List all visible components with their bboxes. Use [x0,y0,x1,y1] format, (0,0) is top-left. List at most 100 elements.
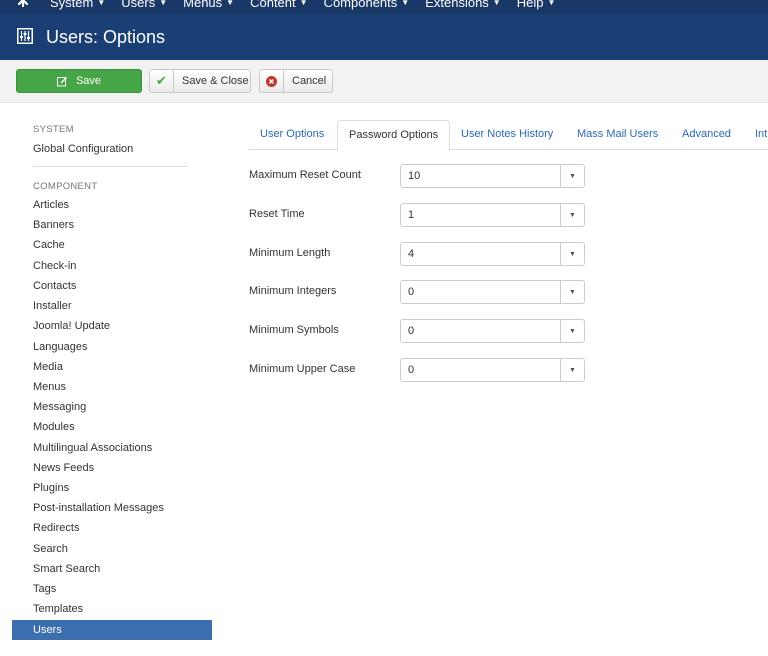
menu-menus-label: Menus [183,0,223,10]
page-header: Users: Options [0,14,768,60]
sidebar-item-templates[interactable]: Templates [12,599,212,619]
tab-integration[interactable]: Int [744,120,768,150]
sidebar-item-joomla-update[interactable]: Joomla! Update [12,316,212,336]
options-tabs: User Options Password Options User Notes… [249,120,768,151]
select-value: 0 [408,286,415,298]
menu-system[interactable]: System ▼ [50,0,105,10]
sidebar-item-installer[interactable]: Installer [12,296,212,316]
tab-user-notes-history[interactable]: User Notes History [450,120,564,150]
caret-down-icon: ▼ [560,165,584,187]
sidebar-item-articles[interactable]: Articles [12,195,212,215]
sidebar-item-search[interactable]: Search [12,539,212,559]
caret-down-icon: ▼ [560,281,584,303]
tab-mass-mail-users[interactable]: Mass Mail Users [566,120,669,150]
sidebar-item-languages[interactable]: Languages [12,337,212,357]
menu-help[interactable]: Help ▼ [517,0,556,10]
sidebar-item-users[interactable]: Users [12,620,212,640]
sidebar-heading-system: SYSTEM [33,124,74,135]
tab-user-options[interactable]: User Options [249,120,335,150]
cancel-icon [260,70,284,92]
edit-icon [56,76,67,86]
caret-down-icon: ▼ [560,243,584,265]
top-navbar: System ▼ Users ▼ Menus ▼ Content ▼ Component… [0,0,768,14]
menu-extensions[interactable]: Extensions ▼ [425,0,501,10]
save-close-button-label: Save & Close [182,75,249,87]
menu-content[interactable]: Content ▼ [250,0,307,10]
caret-down-icon: ▼ [547,0,556,7]
field-label-min-upper-case: Minimum Upper Case [249,363,356,375]
sidebar-item-tags[interactable]: Tags [12,579,212,599]
checkmark-icon: ✔ [150,70,174,92]
menu-menus[interactable]: Menus ▼ [183,0,234,10]
sidebar-item-global-configuration[interactable]: Global Configuration [12,139,212,159]
menu-extensions-label: Extensions [425,0,489,10]
sidebar-item-banners[interactable]: Banners [12,215,212,235]
form-row: Reset Time 1 ▼ [249,203,609,227]
caret-down-icon: ▼ [560,204,584,226]
page-title: Users: Options [46,27,166,47]
sidebar-item-contacts[interactable]: Contacts [12,276,212,296]
field-label-min-length: Minimum Length [249,247,331,259]
sidebar-item-redirects[interactable]: Redirects [12,518,212,538]
field-label-max-reset-count: Maximum Reset Count [249,169,361,181]
select-value: 0 [408,325,415,337]
caret-down-icon: ▼ [226,0,235,7]
sidebar-item-multilingual-associations[interactable]: Multilingual Associations [12,438,212,458]
cancel-button[interactable]: Cancel [259,69,333,93]
menu-system-label: System [50,0,94,10]
field-label-min-symbols: Minimum Symbols [249,324,339,336]
select-value: 1 [408,209,415,221]
caret-down-icon: ▼ [560,359,584,381]
min-integers-select[interactable]: 0 ▼ [400,280,585,304]
sidebar-item-post-installation-messages[interactable]: Post-installation Messages [12,498,212,518]
sidebar-item-menus[interactable]: Menus [12,377,212,397]
menu-users[interactable]: Users ▼ [121,0,167,10]
caret-down-icon: ▼ [401,0,410,7]
caret-down-icon: ▼ [299,0,308,7]
sidebar-heading-component: COMPONENT [33,181,98,192]
select-value: 0 [408,364,415,376]
sidebar-item-cache[interactable]: Cache [12,235,212,255]
sidebar-item-messaging[interactable]: Messaging [12,397,212,417]
caret-down-icon: ▼ [492,0,501,7]
reset-time-select[interactable]: 1 ▼ [400,203,585,227]
tab-password-options[interactable]: Password Options [337,120,451,151]
caret-down-icon: ▼ [159,0,168,7]
menu-components[interactable]: Components ▼ [324,0,410,10]
min-upper-case-select[interactable]: 0 ▼ [400,358,585,382]
menu-users-label: Users [121,0,156,10]
form-row: Minimum Symbols 0 ▼ [249,319,609,343]
toolbar: Save ✔ Save & Close Cancel [0,60,768,103]
cancel-button-label: Cancel [292,75,327,87]
max-reset-count-select[interactable]: 10 ▼ [400,164,585,188]
menu-components-label: Components [323,0,398,10]
field-label-reset-time: Reset Time [249,208,305,220]
menu-help-label: Help [516,0,544,10]
joomla-logo-icon[interactable] [16,0,30,10]
sidebar-item-check-in[interactable]: Check-in [12,256,212,276]
options-sliders-icon [17,28,33,44]
select-value: 10 [408,170,421,182]
caret-down-icon: ▼ [97,0,106,7]
menu-content-label: Content [250,0,296,10]
form-row: Minimum Length 4 ▼ [249,242,609,266]
form-row: Minimum Integers 0 ▼ [249,280,609,304]
sidebar-item-news-feeds[interactable]: News Feeds [12,458,212,478]
sidebar-item-modules[interactable]: Modules [12,417,212,437]
tab-advanced[interactable]: Advanced [671,120,742,150]
form-row: Minimum Upper Case 0 ▼ [249,358,609,382]
save-close-button[interactable]: ✔ Save & Close [149,69,251,93]
min-length-select[interactable]: 4 ▼ [400,242,585,266]
main-menu: System ▼ Users ▼ Menus ▼ Content ▼ Component… [50,0,571,10]
sidebar-item-plugins[interactable]: Plugins [12,478,212,498]
field-label-min-integers: Minimum Integers [249,285,337,297]
caret-down-icon: ▼ [560,320,584,342]
form-row: Maximum Reset Count 10 ▼ [249,164,609,188]
sidebar-item-media[interactable]: Media [12,357,212,377]
sidebar-item-smart-search[interactable]: Smart Search [12,559,212,579]
save-button[interactable]: Save [16,69,142,93]
min-symbols-select[interactable]: 0 ▼ [400,319,585,343]
sidebar-divider [33,166,188,167]
save-button-label: Save [75,75,102,87]
select-value: 4 [408,248,415,260]
